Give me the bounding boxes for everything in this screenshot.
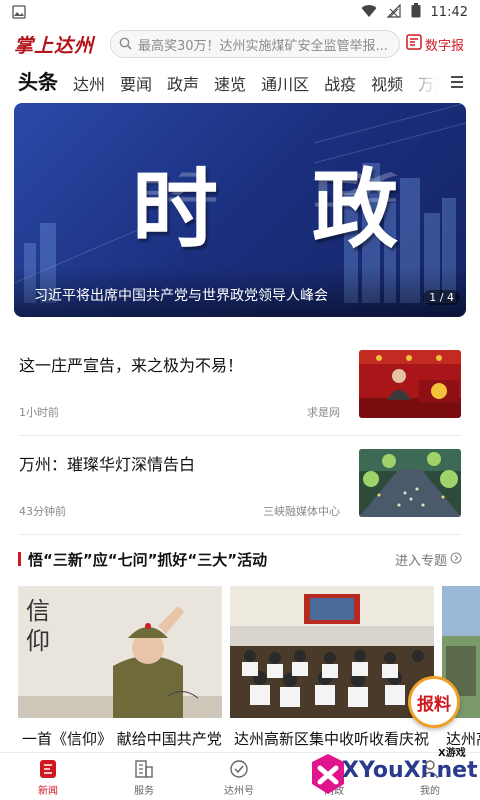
- digital-newspaper-label: 数字报: [425, 38, 465, 54]
- banner-caption: 习近平将出席中国共产党与世界政党领导人峰会: [34, 288, 328, 304]
- report-float-button[interactable]: 报料: [408, 676, 460, 728]
- topic-card-title: 一首《信仰》 献给中国共产党: [22, 730, 222, 748]
- topic-header: 悟“三新”应“七问”抓好“三大”活动 进入专题: [18, 548, 462, 570]
- topic-title: 悟“三新”应“七问”抓好“三大”活动: [28, 551, 268, 569]
- channel-nav: 头条 达州 要闻 政声 速览 通川区 战疫 视频 万达: [0, 68, 480, 98]
- chevron-right-icon: [450, 552, 462, 568]
- news-source: 求是网: [307, 406, 340, 419]
- topic-card[interactable]: 信仰 一首《信仰》 献给中国共产党: [18, 586, 222, 756]
- tab-tongchuan[interactable]: 通川区: [261, 71, 309, 98]
- tabbar-dazhou-hao-label: 达州号: [224, 786, 254, 797]
- site-watermark: X游戏 XYouXi.net: [308, 744, 480, 800]
- search-icon: [119, 35, 132, 54]
- tabbar-service-label: 服务: [134, 786, 154, 797]
- tab-sulan[interactable]: 速览: [214, 71, 246, 98]
- tabbar-news-label: 新闻: [38, 786, 58, 797]
- tab-zhanyi[interactable]: 战疫: [324, 71, 356, 98]
- enter-topic-label: 进入专题: [394, 554, 447, 569]
- app-header: 掌上达州 最高奖30万！达州实施煤矿安全监管举报... 数字报: [0, 28, 480, 62]
- search-bar[interactable]: 最高奖30万！达州实施煤矿安全监管举报...: [110, 30, 400, 58]
- tab-yaowen[interactable]: 要闻: [120, 71, 152, 98]
- status-bar: 11:42: [0, 0, 480, 24]
- topic-card-image: [230, 586, 434, 718]
- service-icon: [133, 759, 155, 779]
- news-thumbnail: [359, 350, 461, 418]
- check-circle-icon: [228, 759, 250, 779]
- news-title: 这一庄严宣告，来之极为不易！: [19, 356, 244, 375]
- battery-icon: [411, 3, 421, 22]
- watermark-small-text: X游戏: [438, 748, 466, 759]
- menu-icon[interactable]: [450, 74, 464, 93]
- headline-banner[interactable]: 时 政 时 政 习近平将出席中国共产党与世界政党领导人峰会 1 / 4: [14, 103, 466, 317]
- topic-accent-bar: [18, 552, 21, 566]
- tabbar-service[interactable]: 服务: [114, 759, 174, 797]
- news-thumbnail: [359, 449, 461, 517]
- topic-card-image: 信仰: [18, 586, 222, 718]
- news-time: 43分钟前: [19, 505, 66, 518]
- topic-card[interactable]: 达州高新区集中收听收看庆祝: [230, 586, 434, 756]
- app-logo[interactable]: 掌上达州: [14, 31, 94, 58]
- banner-text-reflection: 时 政: [132, 166, 430, 212]
- watermark-big-text: XYouXi.net: [342, 758, 478, 783]
- news-source: 三峡融媒体中心: [263, 505, 340, 518]
- wifi-icon: [361, 4, 377, 22]
- topic-card[interactable]: 达州高: [442, 586, 480, 756]
- tabbar-news[interactable]: 新闻: [18, 759, 78, 797]
- search-placeholder: 最高奖30万！达州实施煤矿安全监管举报...: [138, 38, 388, 54]
- news-icon: [37, 759, 59, 779]
- enter-topic-link[interactable]: 进入专题: [395, 550, 462, 569]
- topic-card-image-text: 信仰: [26, 597, 50, 655]
- tabbar-dazhou-hao[interactable]: 达州号: [209, 759, 269, 797]
- news-time: 1小时前: [19, 406, 59, 419]
- tab-toutiao[interactable]: 头条: [18, 68, 58, 98]
- gallery-notification-icon: [12, 4, 26, 23]
- signal-icon: [386, 3, 401, 22]
- tab-zhengsheng[interactable]: 政声: [167, 71, 199, 98]
- news-item[interactable]: 万州：璀璨华灯深情告白 43分钟前 三峡融媒体中心: [18, 449, 462, 535]
- news-title: 万州：璀璨华灯深情告白: [19, 455, 196, 474]
- tabs-fade: [398, 68, 438, 98]
- digital-newspaper-button[interactable]: 数字报: [406, 34, 464, 54]
- news-item[interactable]: 这一庄严宣告，来之极为不易！ 1小时前 求是网: [18, 350, 462, 436]
- status-time: 11:42: [430, 5, 468, 20]
- newspaper-icon: [406, 34, 422, 54]
- tab-dazhou[interactable]: 达州: [73, 71, 105, 98]
- banner-counter: 1 / 4: [423, 290, 460, 305]
